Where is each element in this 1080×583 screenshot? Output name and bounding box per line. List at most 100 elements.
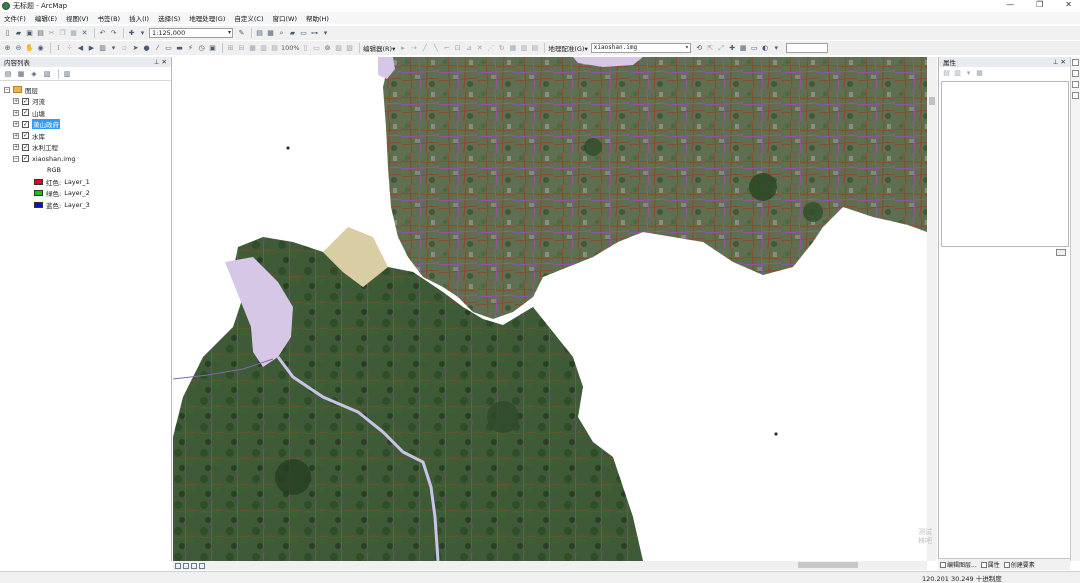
layer-row[interactable]: + ✓ 山塘 xyxy=(0,107,171,119)
clear-selection-icon[interactable]: ▫ xyxy=(120,44,129,53)
python-window-icon[interactable]: ▭ xyxy=(299,29,308,38)
fixed-zoom-in-icon[interactable]: ⁞ xyxy=(54,44,63,53)
data-view-icon[interactable] xyxy=(175,562,181,569)
rotate-georef-icon[interactable]: ⟲ xyxy=(695,44,704,53)
save-icon[interactable]: ▣ xyxy=(25,29,34,38)
dock-tab-icon[interactable] xyxy=(1072,92,1079,99)
layer-visibility-checkbox[interactable]: ✓ xyxy=(22,155,29,163)
maximize-button[interactable]: ❐ xyxy=(1036,0,1043,9)
full-extent-icon[interactable]: ◉ xyxy=(36,44,45,53)
hyperlink-icon[interactable]: ⚡ xyxy=(186,44,195,53)
select-features-icon[interactable]: ▥ xyxy=(98,44,107,53)
georef-layer-select[interactable]: xiaoshan.img ▾ xyxy=(590,43,691,53)
scale-icon[interactable]: ⤢ xyxy=(717,44,726,53)
edit-annotation-icon[interactable]: ⇢ xyxy=(409,44,418,53)
collapse-icon[interactable]: − xyxy=(4,86,10,93)
view-link-table-icon[interactable]: ▦ xyxy=(739,44,748,53)
expand-icon[interactable]: + xyxy=(13,98,19,105)
list-by-source-icon[interactable]: ▦ xyxy=(16,69,26,79)
tab-edit-layer[interactable]: 编辑图层... xyxy=(938,560,979,569)
delete-icon[interactable]: ✕ xyxy=(80,29,89,38)
forward-arrow-icon[interactable]: ▶ xyxy=(87,44,96,53)
menu-bookmarks[interactable]: 书签(B) xyxy=(98,13,121,23)
layout-zoom-whole-icon[interactable]: ▥ xyxy=(259,44,268,53)
layer-row[interactable]: − ✓ xiaoshan.img xyxy=(0,153,171,165)
layers-root-row[interactable]: − 图层 xyxy=(0,84,171,96)
expand-icon[interactable]: + xyxy=(13,144,19,151)
open-folder-icon[interactable]: ▰ xyxy=(14,29,23,38)
layout-template-icon[interactable]: ▨ xyxy=(345,44,354,53)
band-row-blue[interactable]: 蓝色: Layer_3 xyxy=(0,199,171,211)
toc-options-icon[interactable]: ▥ xyxy=(62,69,72,79)
layout-view-icon[interactable] xyxy=(183,562,189,569)
layout-pan-icon[interactable]: ⊟ xyxy=(237,44,246,53)
zoom-out-icon[interactable]: ⊖ xyxy=(14,44,23,53)
refresh-icon[interactable] xyxy=(191,562,197,569)
cut-icon[interactable]: ✂ xyxy=(47,29,56,38)
find-icon[interactable]: ⁄ xyxy=(153,44,162,53)
pause-drawing-icon[interactable] xyxy=(199,562,205,569)
dropdown-arrow-icon[interactable]: ▾ xyxy=(109,44,118,53)
blue-band-swatch[interactable] xyxy=(34,201,43,208)
list-by-visibility-icon[interactable]: ◈ xyxy=(29,69,39,79)
close-icon[interactable]: ✕ xyxy=(1061,58,1066,66)
layout-zoom-icon[interactable]: ⊞ xyxy=(226,44,235,53)
attributes-tool-icon[interactable]: ▥ xyxy=(953,69,962,78)
band-row-red[interactable]: 红色: Layer_1 xyxy=(0,176,171,188)
menu-selection[interactable]: 选择(S) xyxy=(158,13,180,23)
paste-icon[interactable]: ▦ xyxy=(69,29,78,38)
sketch-properties-icon[interactable]: ▥ xyxy=(519,44,528,53)
pan-hand-icon[interactable]: ✋ xyxy=(25,44,34,53)
attributes-dropdown-icon[interactable]: ▾ xyxy=(964,69,973,78)
time-slider-icon[interactable]: ◷ xyxy=(197,44,206,53)
back-arrow-icon[interactable]: ◀ xyxy=(76,44,85,53)
menu-geoprocessing[interactable]: 地理处理(G) xyxy=(189,13,225,23)
dock-tab-icon[interactable] xyxy=(1072,70,1079,77)
horizontal-scrollbar-thumb[interactable] xyxy=(798,562,858,568)
cut-polygon-icon[interactable]: ✕ xyxy=(475,44,484,53)
undo-icon[interactable]: ↶ xyxy=(98,29,107,38)
attributes-icon[interactable]: ▦ xyxy=(508,44,517,53)
magnifier-window-icon[interactable]: ◐ xyxy=(761,44,770,53)
menu-customize[interactable]: 自定义(C) xyxy=(234,13,263,23)
layer-visibility-checkbox[interactable]: ✓ xyxy=(22,143,29,151)
copy-icon[interactable]: ❐ xyxy=(58,29,67,38)
straight-segment-icon[interactable]: ╱ xyxy=(420,44,429,53)
rotate-icon[interactable]: ↻ xyxy=(497,44,506,53)
band-row-green[interactable]: 绿色: Layer_2 xyxy=(0,188,171,200)
focus-data-frame-icon[interactable]: ▭ xyxy=(312,44,321,53)
layer-visibility-checkbox[interactable]: ✓ xyxy=(22,132,29,140)
list-by-drawing-order-icon[interactable]: ▤ xyxy=(3,69,13,79)
menu-help[interactable]: 帮助(H) xyxy=(306,13,329,23)
pin-icon[interactable]: ⊥ xyxy=(154,58,160,66)
map-vertical-scrollbar[interactable] xyxy=(927,57,937,561)
layout-full-icon[interactable]: ▦ xyxy=(248,44,257,53)
measure-icon[interactable]: ▬ xyxy=(175,44,184,53)
layer-visibility-checkbox[interactable]: ✓ xyxy=(22,97,29,105)
expand-icon[interactable]: + xyxy=(13,121,19,128)
scrollbar-thumb[interactable] xyxy=(929,97,935,105)
html-popup-icon[interactable]: ▭ xyxy=(164,44,173,53)
zoom-in-icon[interactable]: ⊕ xyxy=(3,44,12,53)
georef-search-input[interactable] xyxy=(785,43,828,53)
expand-icon[interactable]: + xyxy=(13,132,19,139)
edit-vertices-icon[interactable]: ⊡ xyxy=(453,44,462,53)
dock-tab-icon[interactable] xyxy=(1072,81,1079,88)
layout-zoom-level[interactable]: 100% xyxy=(281,43,301,53)
identify-icon[interactable]: ● xyxy=(142,44,151,53)
pin-icon[interactable]: ⊥ xyxy=(1053,58,1059,66)
attributes-options-icon[interactable]: ▦ xyxy=(975,69,984,78)
map-view[interactable] xyxy=(173,57,927,561)
search-window-icon[interactable]: ⌕ xyxy=(277,29,286,38)
layer-row-selected[interactable]: + ✓ 萧山政府 xyxy=(0,119,171,131)
menu-view[interactable]: 视图(V) xyxy=(66,13,89,23)
end-point-arc-icon[interactable]: ╲ xyxy=(431,44,440,53)
layer-visibility-checkbox[interactable]: ✓ xyxy=(22,120,29,128)
attributes-content-area[interactable] xyxy=(941,81,1069,247)
add-data-icon[interactable]: ✚ xyxy=(127,29,136,38)
layer-row[interactable]: + ✓ 水利工程 xyxy=(0,142,171,154)
print-icon[interactable]: ▤ xyxy=(36,29,45,38)
layer-row[interactable]: + ✓ 河流 xyxy=(0,96,171,108)
binoculars-icon[interactable]: ⊚ xyxy=(323,44,332,53)
trace-icon[interactable]: ⌐ xyxy=(442,44,451,53)
